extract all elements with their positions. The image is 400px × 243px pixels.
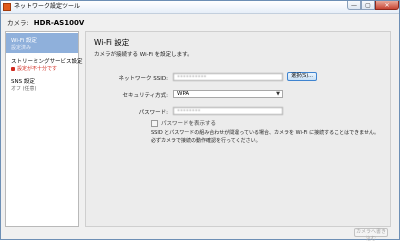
password-input[interactable] [173,107,283,115]
page-description: カメラが接続する Wi-Fi を設定します。 [94,52,193,58]
sidebar-item-title: ストリーミングサービス設定 [11,59,83,65]
camera-label: カメラ: [7,19,29,27]
password-label: パスワード: [138,110,168,116]
write-to-camera-button[interactable]: カメラへ書き込む [354,228,388,242]
show-password-label: パスワードを表示する [161,121,217,127]
sidebar-item-streaming[interactable]: ストリーミングサービス設定 設定が不十分です [6,54,83,74]
sidebar-item-status: 設定が不十分です [11,65,57,72]
ssid-input[interactable] [173,73,283,81]
window-title: ネットワーク設定ツール [14,3,81,10]
close-button[interactable]: ✕ [375,1,399,10]
sidebar-item-status-text: 設定が不十分です [17,66,58,72]
sidebar-item-wifi[interactable]: Wi-Fi 設定 設定済み [6,33,78,53]
app-window: ネットワーク設定ツール — ▢ ✕ カメラ: HDR-AS100V Wi-Fi … [0,0,400,242]
maximize-button[interactable]: ▢ [361,1,375,10]
sidebar-item-status: オフ (任意) [11,86,37,92]
security-value: WPA [177,91,190,97]
title-bar[interactable]: ネットワーク設定ツール — ▢ ✕ [1,1,399,14]
note-line: SSID とパスワードの組み合わせが間違っている場合、カメラを Wi-Fi に接… [151,130,379,136]
sidebar-item-sns[interactable]: SNS 設定 オフ (任意) [6,74,78,94]
note-line: 必ずカメラで接続の動作確認を行ってください。 [151,138,261,144]
sidebar-item-title: Wi-Fi 設定 [11,38,37,44]
security-select[interactable]: WPA ▼ [173,90,283,98]
app-icon [3,3,11,11]
ssid-label: ネットワーク SSID: [118,76,168,82]
settings-sidebar: Wi-Fi 設定 設定済み ストリーミングサービス設定 設定が不十分です SNS… [5,31,83,227]
warning-icon [11,66,15,71]
sidebar-item-status: 設定済み [11,45,32,51]
checkbox-box[interactable] [151,120,158,127]
camera-info: カメラ: HDR-AS100V [7,17,84,27]
minimize-button[interactable]: — [347,1,361,10]
page-title: Wi-Fi 設定 [94,38,130,47]
security-label: セキュリティ方式: [122,93,168,99]
sidebar-item-title: SNS 設定 [11,79,35,85]
camera-model: HDR-AS100V [33,19,85,27]
show-password-checkbox[interactable]: パスワードを表示する [151,119,216,127]
chevron-down-icon: ▼ [276,91,280,97]
ssid-browse-button[interactable]: 選択(S)... [287,72,317,81]
